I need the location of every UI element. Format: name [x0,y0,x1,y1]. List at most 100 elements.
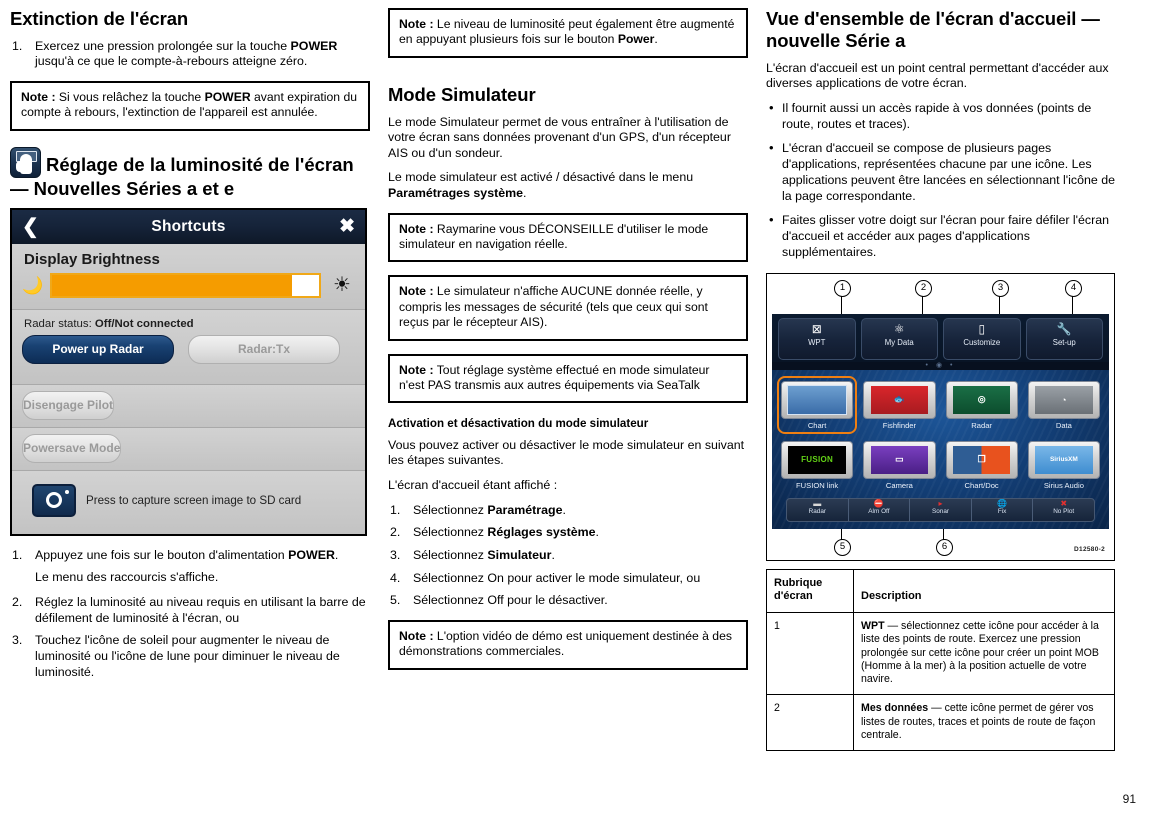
wrench-icon: 🔧 [1027,322,1103,336]
table-cell-item: 1 [767,613,854,695]
brightness-step: 3.Touchez l'icône de soleil pour augment… [10,633,370,680]
table-cell-description: WPT — sélectionnez cette icône pour accé… [854,613,1115,695]
header-item: Rubriqued'écran [767,569,854,613]
sonar-status-icon: ▸ [910,500,971,508]
waypoint-icon: ⊠ [779,322,855,336]
tile-art: FUSION [788,446,846,474]
step-number: 1. [12,39,32,55]
shortcuts-body: Display Brightness 🌙 ☀ Radar status: [12,244,365,534]
brightness-row: Display Brightness 🌙 ☀ [12,244,365,310]
note-text: Le niveau de luminosité peut également ê… [399,17,734,46]
app-tile-label: Chart/Doc [946,481,1018,490]
capture-row[interactable]: Press to capture screen image to SD card [12,471,365,534]
sun-icon[interactable]: ☀ [329,275,355,295]
brightness-slider[interactable] [50,273,321,298]
tile-art: ▭ [871,446,929,474]
note-label: Note : [399,284,434,298]
page-dots: • ◉ • [772,362,1109,370]
table-cell-description: Mes données — cette icône permet de gére… [854,695,1115,751]
shutdown-step: 1.Exercez une pression prolongée sur la … [10,39,370,70]
homescreen-heading: Vue d'ensemble de l'écran d'accueil — no… [766,8,1126,52]
disengage-pilot-button[interactable]: Disengage Pilot [22,391,114,420]
status-item-label: Alm Off [868,508,889,515]
table-row: 1WPT — sélectionnez cette icône pour acc… [767,613,1115,695]
shortcuts-screenshot: ❮ Shortcuts ✖ Display Brightness 🌙 ☀ [10,208,367,536]
note-label: Note : [399,17,434,31]
table-row: 2Mes données — cette icône permet de gér… [767,695,1115,751]
moon-icon[interactable]: 🌙 [22,277,42,294]
note-label: Note : [21,90,56,104]
close-icon[interactable]: ✖ [339,217,355,236]
touchscreen-icon [10,147,41,178]
page-number: 91 [1123,792,1136,806]
brightness-heading: Réglage de la luminosité de l'écran — No… [10,147,370,200]
step-number: 3. [390,548,410,564]
note-text: Le simulateur n'affiche AUCUNE donnée ré… [399,284,708,329]
tile-art: ❐ [953,446,1011,474]
page-title: Extinction de l'écran [10,8,370,30]
home-top-button-set-up[interactable]: 🔧 Set-up [1026,318,1104,360]
status-item-no-plot[interactable]: ✖No Plot [1033,499,1094,521]
simulator-para-2: Le mode simulateur est activé / désactiv… [388,170,748,201]
app-tile-chart[interactable]: Chart [779,378,855,432]
back-chevron-icon[interactable]: ❮ [22,217,39,237]
homescreen-bullet: Il fournit aussi un accès rapide à vos d… [766,101,1126,133]
home-top-button-label: My Data [885,338,914,347]
app-tile-fishfinder[interactable]: 🐟Fishfinder [861,378,937,432]
app-tile-sirius-audio[interactable]: SiriusXM Sirius Audio [1026,438,1102,492]
status-item-alm-off[interactable]: ⛔Alm Off [849,499,911,521]
note-simulator-no-real-data: Note : Le simulateur n'affiche AUCUNE do… [388,275,748,340]
status-item-fix[interactable]: 🌐Fix [972,499,1034,521]
tile-art: 🐟 [871,386,929,414]
radar-status-value: Off/Not connected [95,318,194,330]
homescreen-figure: 1 2 3 4 ⊠WPT⚛My Data▯Customize🔧Set-up • … [766,273,1115,561]
app-tile-fusion-link[interactable]: FUSIONFUSION link [779,438,855,492]
power-up-radar-button[interactable]: Power up Radar [22,335,174,364]
status-item-sonar[interactable]: ▸Sonar [910,499,972,521]
tile-art: SiriusXM [1035,446,1093,474]
simulator-subheading: Activation et désactivation du mode simu… [388,417,748,431]
powersave-mode-button[interactable]: Powersave Mode [22,434,121,463]
status-item-radar[interactable]: ▬Radar [787,499,849,521]
app-tile-chart-doc[interactable]: ❐ Chart/Doc [944,438,1020,492]
pilot-row: Disengage Pilot [12,385,365,428]
app-tile-camera[interactable]: ▭ Camera [861,438,937,492]
manual-page: Extinction de l'écran 1.Exercez une pres… [0,0,1150,814]
simulator-step: 4.Sélectionnez On pour activer le mode s… [388,571,748,587]
app-tile-data[interactable]: ◔Data [1026,378,1102,432]
simulator-para-4: L'écran d'accueil étant affiché : [388,478,748,494]
app-tile-label: Radar [946,421,1018,430]
step-number: 2. [390,525,410,541]
note-seatalk: Note : Tout réglage système effectué en … [388,354,748,404]
note-demo-video: Note : L'option vidéo de démo est unique… [388,620,748,670]
home-top-button-customize[interactable]: ▯Customize [943,318,1021,360]
app-grid: Chart🐟Fishfinder◎ Radar ◔Data FUSIONFUSION … [772,370,1109,494]
app-tile-label: Camera [863,481,935,490]
brightness-heading-text: Réglage de la luminosité de l'écran — No… [10,154,354,199]
app-tile-radar[interactable]: ◎ Radar [944,378,1020,432]
shortcuts-title: Shortcuts [12,218,365,236]
radar-tx-button[interactable]: Radar:Tx [188,335,340,364]
step-number: 1. [390,503,410,519]
app-tile-label: Sirius Audio [1028,481,1100,490]
camera-app-icon: ▭ [863,441,935,479]
step-text: Appuyez une fois sur le bouton d'aliment… [35,548,338,562]
homescreen-bullet: Faites glisser votre doigt sur l'écran p… [766,213,1126,260]
shortcuts-titlebar: ❮ Shortcuts ✖ [12,210,365,244]
simulator-para-1: Le mode Simulateur permet de vous entraî… [388,115,748,162]
step-number: 4. [390,571,410,587]
home-top-button-my-data[interactable]: ⚛My Data [861,318,939,360]
home-top-button-wpt[interactable]: ⊠ WPT [778,318,856,360]
table-body: 1WPT — sélectionnez cette icône pour acc… [767,613,1115,751]
step-text: Réglez la luminosité au niveau requis en… [35,595,366,625]
simulator-heading: Mode Simulateur [388,84,748,106]
status-item-label: No Plot [1053,508,1074,515]
radar-app-icon: ◎ [946,381,1018,419]
home-top-button-label: Set-up [1053,338,1076,347]
fishfinder-app-icon: 🐟 [863,381,935,419]
description-table: Rubriqued'écran Description 1WPT — sélec… [766,569,1115,751]
step-text: Exercez une pression prolongée sur la to… [35,39,337,69]
radar-status: Radar status: Off/Not connected [24,318,355,330]
camera-icon[interactable] [32,484,76,517]
home-top-button-label: WPT [808,338,825,347]
